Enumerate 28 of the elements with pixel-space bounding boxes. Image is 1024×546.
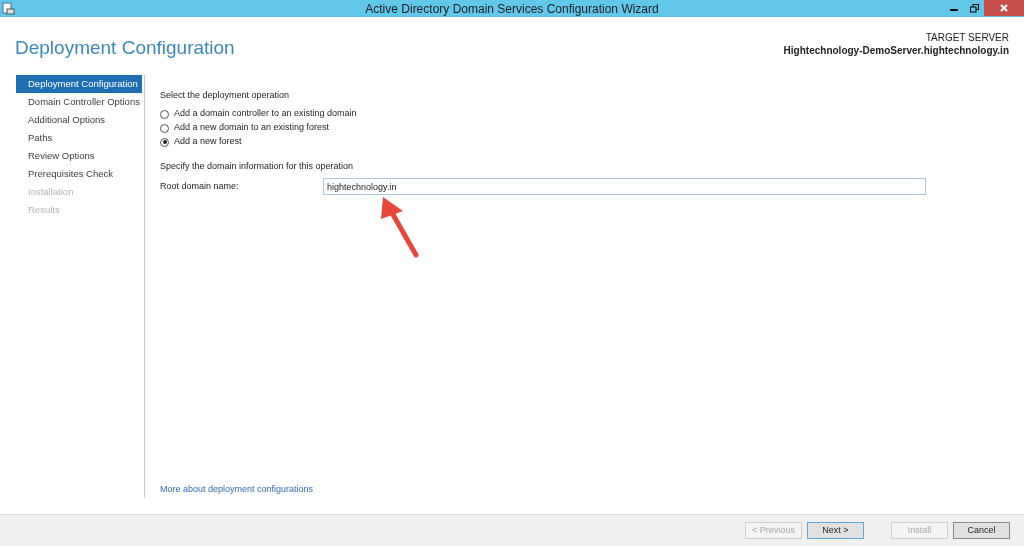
radio-button[interactable]	[160, 123, 169, 133]
page-title: Deployment Configuration	[15, 38, 235, 57]
window-title: Active Directory Domain Services Configuration Wizard	[365, 2, 659, 15]
radio-button[interactable]	[160, 109, 169, 119]
sidebar-item[interactable]: Paths	[16, 129, 142, 147]
target-server-name: Hightechnology-DemoServer.hightechnology.in	[783, 44, 1009, 57]
help-link[interactable]: More about deployment configurations	[160, 482, 1024, 496]
section-heading: Specify the domain information for this operation	[160, 160, 355, 172]
annotation-arrow	[379, 197, 421, 259]
sidebar-item[interactable]: Additional Options	[16, 111, 142, 129]
radio-label[interactable]: Add a domain controller to an existing domain	[174, 107, 357, 121]
sidebar-item[interactable]: Review Options	[16, 147, 142, 165]
section-heading: Select the deployment operation	[160, 89, 291, 101]
wizard-button[interactable]: Next >	[807, 522, 864, 539]
target-server-label: TARGET SERVER	[925, 31, 1009, 44]
close-icon	[1000, 4, 1008, 12]
close-button[interactable]	[984, 0, 1024, 16]
sidebar-item[interactable]: Deployment Configuration	[16, 75, 142, 93]
radio-button[interactable]	[160, 137, 169, 147]
field-label: Root domain name:	[160, 179, 240, 193]
radio-label[interactable]: Add a new forest	[174, 135, 242, 149]
radio-label[interactable]: Add a new domain to an existing forest	[174, 121, 330, 135]
root-domain-field[interactable]: hightechnology.in	[323, 178, 926, 195]
restore-icon	[969, 3, 979, 13]
sidebar-item[interactable]: Prerequisites Check	[16, 165, 142, 183]
sidebar-item[interactable]: Domain Controller Options	[16, 93, 142, 111]
wizard-button[interactable]: Cancel	[953, 522, 1010, 539]
app-icon	[2, 2, 15, 15]
